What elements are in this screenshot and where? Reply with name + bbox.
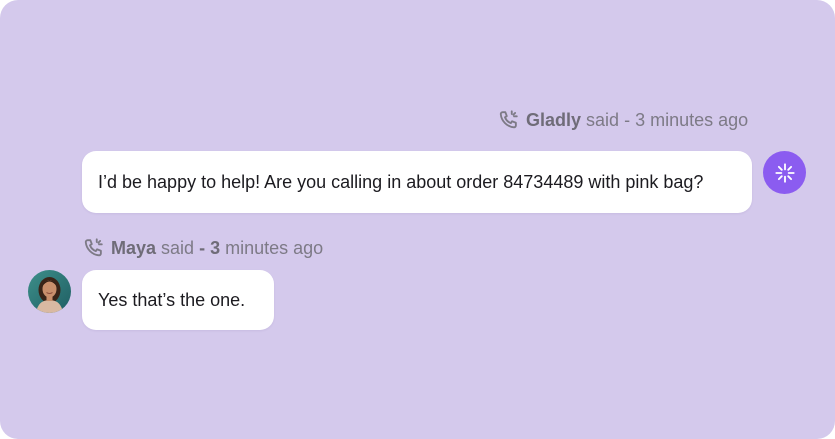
agent-sender-name: Gladly: [526, 109, 582, 130]
said-label: said: [161, 237, 195, 258]
user-sender-name: Maya: [111, 237, 157, 258]
agent-message-bubble: I’d be happy to help! Are you calling in…: [82, 151, 752, 213]
sparkle-icon: [774, 162, 796, 184]
user-message-meta: Maya said - 3 minutes ago: [83, 237, 323, 259]
meta-separator: -: [199, 237, 206, 258]
timestamp-number: 3: [210, 237, 221, 258]
conversation-panel: Gladly said - 3 minutes ago I’d be happy…: [0, 0, 835, 439]
user-message-text: Yes that’s the one.: [98, 289, 246, 310]
user-photo: [28, 270, 71, 313]
avatar: [28, 270, 71, 313]
agent-avatar: [763, 151, 806, 194]
phone-call-icon: [498, 109, 520, 131]
meta-separator: -: [624, 109, 631, 130]
message-timestamp: 3 minutes ago: [635, 109, 749, 130]
agent-message-text: I’d be happy to help! Are you calling in…: [98, 171, 704, 192]
timestamp-unit: minutes ago: [225, 237, 324, 258]
phone-call-icon: [83, 237, 105, 259]
user-message-bubble: Yes that’s the one.: [82, 270, 274, 330]
agent-message-meta: Gladly said - 3 minutes ago: [498, 109, 748, 131]
said-label: said: [586, 109, 620, 130]
